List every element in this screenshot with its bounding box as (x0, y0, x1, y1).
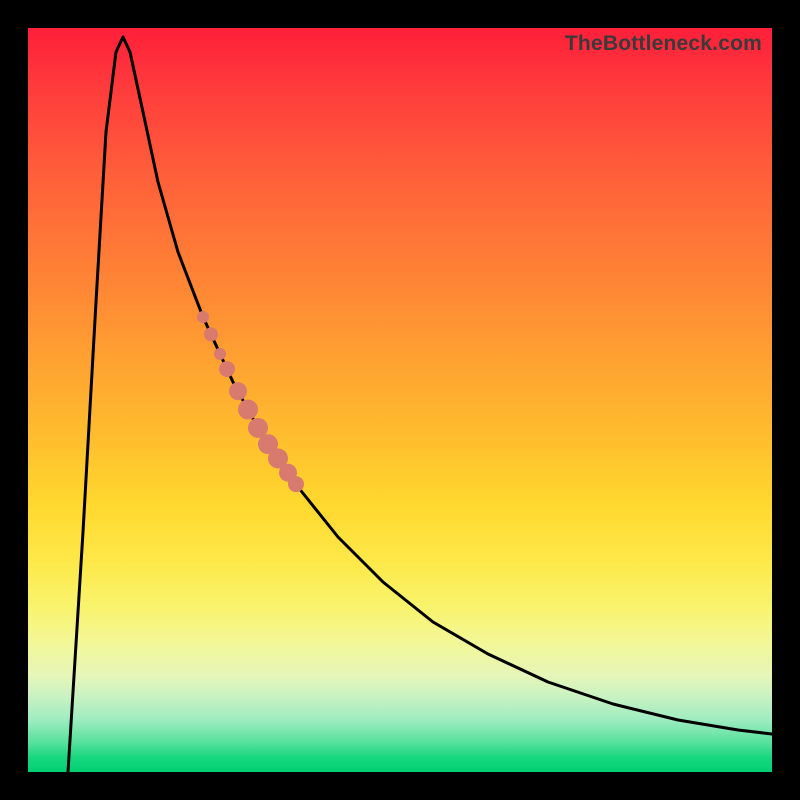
emphasis-dot (197, 311, 209, 323)
plot-area: TheBottleneck.com (28, 28, 772, 772)
emphasis-dot (214, 348, 226, 360)
curve-layer (28, 28, 772, 772)
emphasis-dot (229, 382, 247, 400)
emphasis-segment (197, 311, 304, 492)
emphasis-dot (219, 361, 235, 377)
chart-frame: TheBottleneck.com (0, 0, 800, 800)
emphasis-dot (204, 327, 218, 341)
emphasis-dot (238, 400, 258, 420)
bottleneck-curve (68, 37, 772, 772)
emphasis-dot (288, 476, 304, 492)
